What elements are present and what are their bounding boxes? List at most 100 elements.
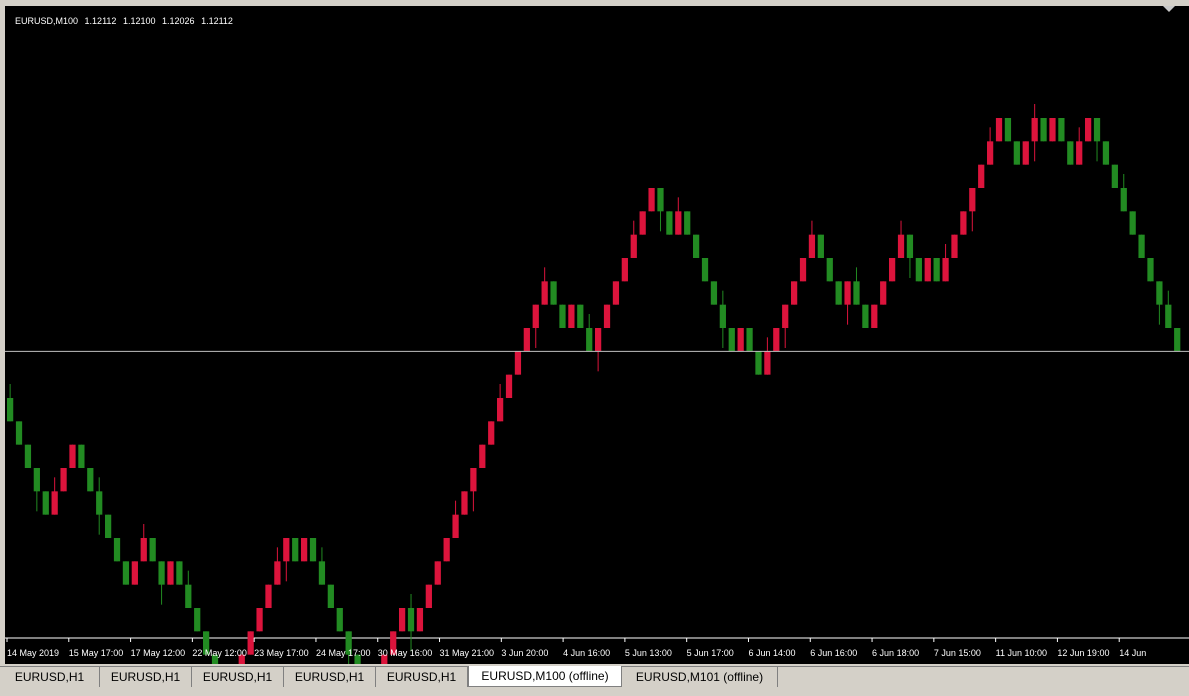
brick-up [995,118,1003,142]
brick-down [853,281,860,305]
brick-up [167,561,174,585]
brick-down [1174,328,1181,352]
brick-up [978,164,985,188]
brick-up [621,258,628,282]
brick-down [185,584,192,608]
brick-up [639,211,646,235]
brick-up [595,328,602,352]
brick-down [194,608,201,632]
x-tick-label: 31 May 21:00 [440,648,495,658]
brick-up [1085,118,1092,142]
brick-down [105,514,112,538]
brick-down [1093,118,1101,142]
brick-up [960,211,967,235]
brick-down [176,561,183,585]
brick-up [969,188,976,212]
brick-down [96,491,103,515]
brick-up [568,304,575,328]
brick-up [1049,118,1056,142]
brick-down [1165,304,1172,328]
brick-down [826,258,833,282]
brick-up [773,328,780,352]
brick-down [755,351,762,375]
x-tick-label: 3 Jun 20:00 [501,648,548,658]
brick-up [942,258,949,282]
x-tick-label: 12 Jun 19:00 [1057,648,1109,658]
brick-down [336,608,343,632]
chart-shift-arrow-icon[interactable] [1163,6,1175,12]
brick-down [1004,118,1012,142]
brick-up [523,328,530,352]
brick-down [1102,141,1110,165]
brick-up [283,538,290,562]
tab-eurusd-h1-5[interactable]: EURUSD,H1 [376,667,468,687]
brick-down [684,211,691,235]
x-tick-label: 6 Jun 18:00 [872,648,919,658]
brick-up [880,281,887,305]
brick-down [1040,118,1047,142]
brick-up [416,608,424,632]
brick-down [87,468,94,492]
brick-up [497,398,504,422]
brick-up [871,304,878,328]
tab-eurusd-m100-offline[interactable]: EURUSD,M100 (offline) [468,666,622,687]
brick-down [1111,164,1118,188]
x-tick-label: 4 Jun 16:00 [563,648,610,658]
brick-up [505,374,513,398]
brick-down [1120,188,1127,212]
brick-down [33,468,40,492]
brick-up [924,258,931,282]
brick-down [1156,281,1163,305]
brick-up [630,234,637,258]
tab-eurusd-h1-3[interactable]: EURUSD,H1 [192,667,284,687]
brick-down [710,281,718,305]
brick-up [301,538,308,562]
x-tick-label: 5 Jun 13:00 [625,648,672,658]
brick-down [1138,234,1145,258]
brick-up [532,304,539,328]
tab-eurusd-h1-2[interactable]: EURUSD,H1 [100,667,192,687]
x-tick-label: 14 May 2019 [7,648,59,658]
brick-down [693,234,700,258]
brick-up [443,538,450,562]
x-tick-label: 15 May 17:00 [69,648,124,658]
x-tick-label: 22 May 12:00 [192,648,247,658]
brick-down [318,561,326,585]
brick-up [140,538,147,562]
brick-down [327,584,334,608]
renko-chart: 14 May 2019 15 May 17:00 17 May 12:00 22 Ma… [5,104,1189,664]
brick-up [889,258,896,282]
brick-up [791,281,798,305]
brick-down [149,538,156,562]
brick-down [906,234,914,258]
tab-eurusd-m101-offline[interactable]: EURUSD,M101 (offline) [622,667,778,687]
brick-down [577,304,584,328]
tab-eurusd-h1-4[interactable]: EURUSD,H1 [284,667,376,687]
brick-up [434,561,441,585]
brick-up [247,631,254,655]
x-tick-label: 5 Jun 17:00 [687,648,734,658]
x-tick-label: 6 Jun 14:00 [748,648,795,658]
brick-up [737,328,744,352]
brick-down [915,258,922,282]
brick-down [15,421,23,445]
tab-eurusd-h1-1[interactable]: EURUSD,H1 [0,667,100,687]
brick-down [817,234,824,258]
brick-down [292,538,299,562]
brick-down [158,561,165,585]
x-tick-label: 24 May 17:00 [316,648,371,658]
brick-up [488,421,495,445]
brick-down [862,304,869,328]
brick-up [461,491,468,515]
brick-up [603,304,611,328]
brick-down [42,491,49,515]
brick-up [951,234,958,258]
chart-area[interactable]: 14 May 2019 15 May 17:00 17 May 12:00 22 Ma… [5,6,1189,664]
open-value: 1.12112 [84,16,117,26]
brick-up [612,281,620,305]
brick-up [897,234,905,258]
x-tick-label: 7 Jun 15:00 [934,648,981,658]
brick-down [586,328,593,352]
brick-up [799,258,807,282]
x-tick-label: 30 May 16:00 [378,648,433,658]
